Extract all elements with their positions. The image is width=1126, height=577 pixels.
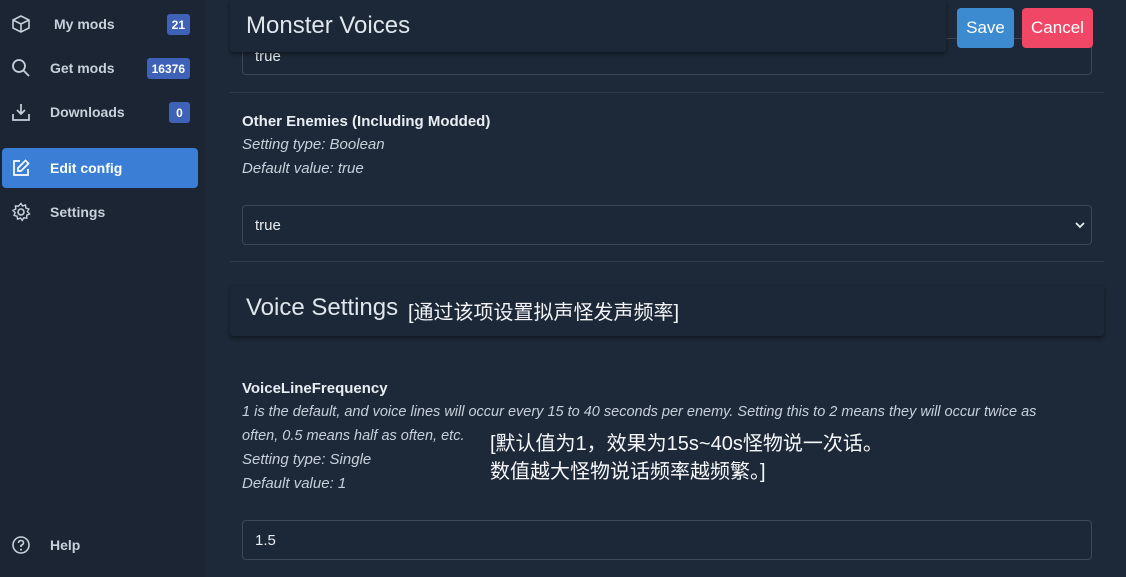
sidebar-item-edit-config[interactable]: Edit config <box>2 148 198 188</box>
divider <box>230 261 1104 262</box>
section-header: Voice Settings [通过该项设置拟声怪发声频率] <box>230 286 1104 336</box>
search-icon <box>12 59 30 77</box>
sidebar-item-label: My mods <box>54 16 115 32</box>
divider <box>230 92 1104 93</box>
downloads-count-badge: 0 <box>169 102 190 123</box>
download-icon <box>12 104 30 121</box>
sidebar-item-label: Settings <box>50 204 106 220</box>
sidebar-item-help[interactable]: Help <box>2 525 198 565</box>
input-value: 1.5 <box>255 531 276 549</box>
edit-icon <box>13 159 30 176</box>
header-bar: Monster Voices <box>230 0 946 52</box>
setting-type: Setting type: Single <box>242 451 372 468</box>
page-title: Monster Voices <box>246 12 411 39</box>
annotation-line: [默认值为1，效果为15s~40s怪物说一次话。 <box>490 433 883 455</box>
voice-line-frequency-input[interactable]: 1.5 <box>242 520 1092 560</box>
setting-description: 1 is the default, and voice lines will o… <box>242 404 1037 420</box>
sidebar-item-label: Edit config <box>50 160 123 176</box>
cancel-button[interactable]: Cancel <box>1022 8 1093 48</box>
annotation-line: 数值越大怪物说话频率越频繁。] <box>490 461 766 483</box>
config-editor: true Monster Voices Save Cancel Other En… <box>206 0 1126 577</box>
setting-default: Default value: 1 <box>242 475 347 492</box>
sidebar-item-label: Get mods <box>50 60 115 76</box>
setting-default: Default value: true <box>242 160 364 177</box>
setting-description: often, 0.5 means half as often, etc. <box>242 428 465 444</box>
help-icon <box>12 536 30 554</box>
sidebar-item-settings[interactable]: Settings <box>2 192 198 232</box>
sidebar-item-downloads[interactable]: Downloads 0 <box>2 92 198 132</box>
mods-count-badge: 21 <box>166 14 190 35</box>
sidebar: My mods 21 Get mods 16376 Downloads 0 Ed… <box>0 0 206 577</box>
gear-icon <box>11 202 31 222</box>
sidebar-item-get-mods[interactable]: Get mods 16376 <box>2 48 198 88</box>
annotation-note: [默认值为1，效果为15s~40s怪物说一次话。 数值越大怪物说话频率越频繁。] <box>490 430 883 486</box>
sidebar-item-label: Downloads <box>50 104 125 120</box>
section-note: [通过该项设置拟声怪发声频率] <box>408 302 680 324</box>
save-button[interactable]: Save <box>957 8 1014 48</box>
box-icon <box>12 15 30 33</box>
sidebar-item-my-mods[interactable]: My mods 21 <box>2 4 198 44</box>
chevron-down-icon <box>1075 222 1085 229</box>
section-title: Voice Settings <box>246 294 399 321</box>
select-value: true <box>255 216 281 234</box>
setting-name: Other Enemies (Including Modded) <box>242 113 491 130</box>
sidebar-item-label: Help <box>50 537 81 553</box>
setting-name: VoiceLineFrequency <box>242 380 388 397</box>
online-mods-count-badge: 16376 <box>146 58 190 79</box>
setting-type: Setting type: Boolean <box>242 136 385 153</box>
other-enemies-select[interactable]: true <box>242 205 1092 245</box>
